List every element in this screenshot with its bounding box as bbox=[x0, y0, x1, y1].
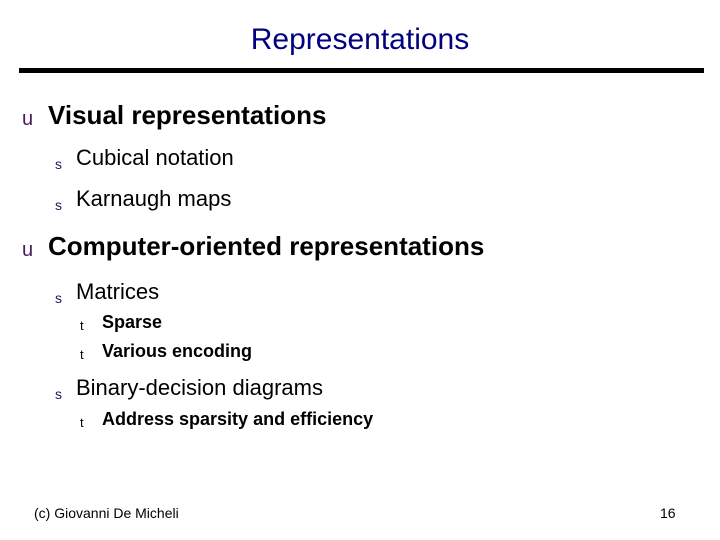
footer-copyright: (c) Giovanni De Micheli bbox=[34, 505, 179, 521]
list-item-text: Matrices bbox=[76, 279, 160, 304]
list-item-text: Cubical notation bbox=[76, 145, 234, 170]
bullet-icon: s bbox=[55, 290, 62, 306]
bullet-icon: t bbox=[80, 318, 84, 333]
bullet-icon: u bbox=[22, 108, 34, 130]
list-item-text: Sparse bbox=[102, 312, 163, 332]
list-item-address-sparsity: t Address sparsity and efficiency bbox=[80, 408, 374, 430]
list-item-text: Computer-oriented representations bbox=[48, 231, 485, 261]
list-item-karnaugh-maps: s Karnaugh maps bbox=[55, 186, 232, 213]
list-item-visual-representations: u Visual representations bbox=[22, 100, 327, 130]
list-item-text: Karnaugh maps bbox=[76, 186, 232, 211]
bullet-icon: u bbox=[22, 239, 34, 261]
bullet-icon: t bbox=[80, 347, 84, 362]
bullet-icon: t bbox=[80, 415, 84, 430]
list-item-text: Binary-decision diagrams bbox=[76, 375, 323, 400]
list-item-binary-decision-diagrams: s Binary-decision diagrams bbox=[55, 375, 323, 402]
list-item-cubical-notation: s Cubical notation bbox=[55, 145, 234, 172]
bullet-icon: s bbox=[55, 156, 62, 172]
list-item-sparse: t Sparse bbox=[80, 311, 163, 333]
list-item-text: Various encoding bbox=[102, 341, 253, 361]
list-item-text: Address sparsity and efficiency bbox=[102, 409, 374, 429]
bullet-icon: s bbox=[55, 197, 62, 213]
slide-title: Representations bbox=[250, 23, 470, 56]
list-item-text: Visual representations bbox=[48, 100, 327, 130]
list-item-matrices: s Matrices bbox=[55, 279, 160, 306]
page-number: 16 bbox=[660, 505, 676, 521]
title-divider bbox=[19, 68, 704, 73]
bullet-icon: s bbox=[55, 386, 62, 402]
list-item-various-encoding: t Various encoding bbox=[80, 340, 253, 362]
list-item-computer-oriented: u Computer-oriented representations bbox=[22, 231, 485, 261]
